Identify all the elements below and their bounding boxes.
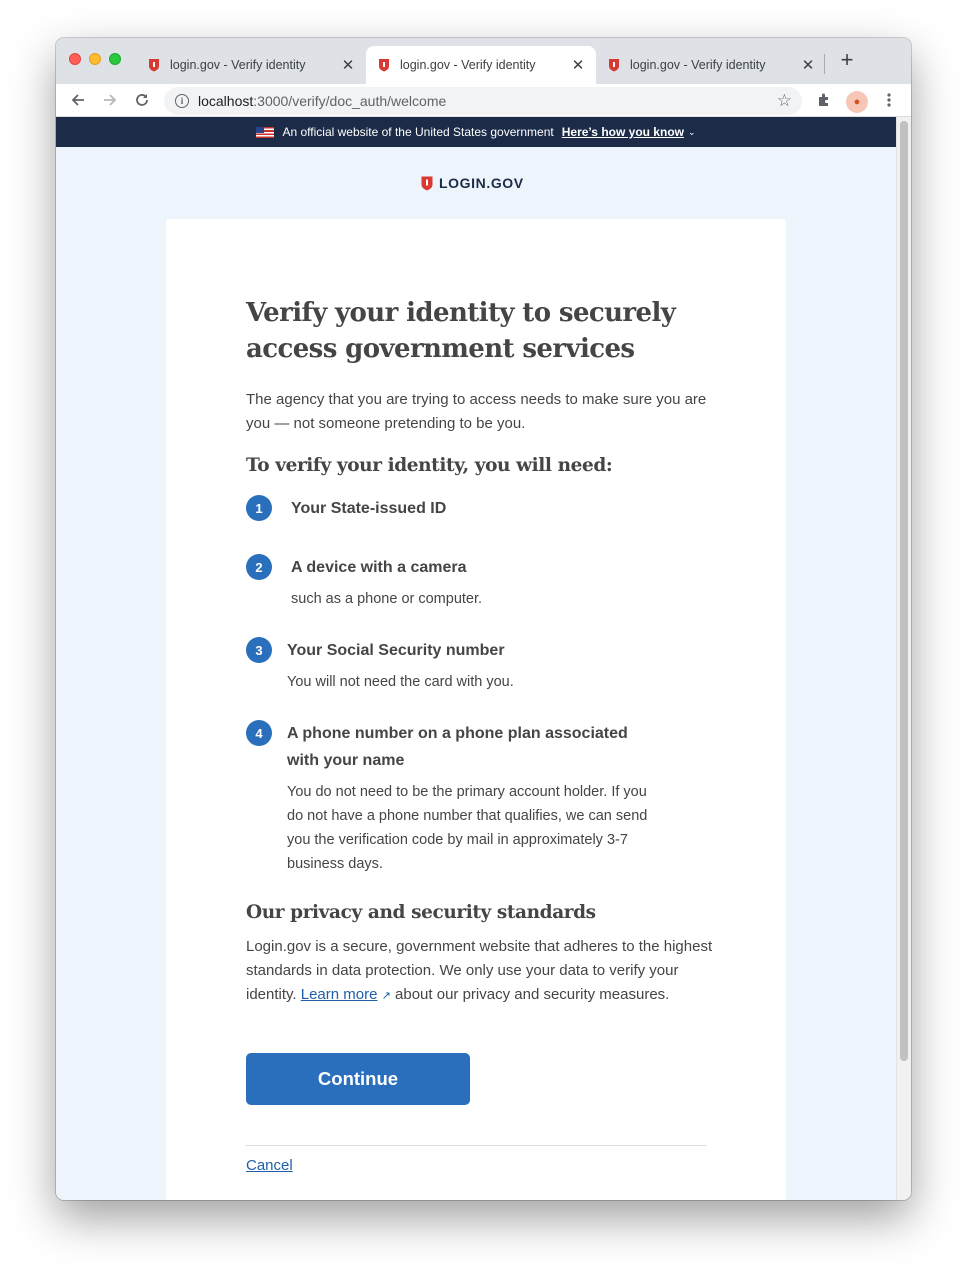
login-gov-favicon-icon [379, 59, 389, 72]
tab-title: login.gov - Verify identity [630, 58, 766, 72]
page-viewport: An official website of the United States… [56, 117, 911, 1200]
browser-toolbar: i localhost:3000/verify/doc_auth/welcome… [56, 84, 911, 117]
requirement-step: 2 A device with a camera such as a phone… [246, 554, 716, 637]
tab-strip: login.gov - Verify identity ✕ login.gov … [56, 38, 911, 84]
cancel-link[interactable]: Cancel [246, 1157, 293, 1174]
external-link-icon: ↗ [381, 990, 391, 1002]
bookmark-star-icon[interactable]: ☆ [777, 91, 792, 111]
browser-tab[interactable]: login.gov - Verify identity ✕ [596, 46, 826, 84]
step-title: A phone number on a phone plan associate… [287, 725, 628, 769]
requirement-step: 4 A phone number on a phone plan associa… [246, 720, 716, 876]
browser-menu-icon[interactable] [879, 90, 899, 110]
continue-button[interactable]: Continue [246, 1053, 470, 1105]
step-description: You do not need to be the primary accoun… [287, 784, 648, 872]
privacy-heading: Our privacy and security standards [246, 902, 596, 923]
forward-arrow-icon[interactable] [100, 90, 120, 110]
login-gov-favicon-icon [609, 59, 619, 72]
scrollbar-thumb[interactable] [900, 121, 908, 1061]
step-number-badge: 4 [246, 720, 272, 746]
new-tab-button[interactable]: + [836, 49, 858, 72]
heres-how-you-know-link[interactable]: Here’s how you know [562, 125, 684, 139]
tab-separator [824, 54, 825, 74]
divider [246, 1145, 706, 1146]
step-number-badge: 3 [246, 637, 272, 663]
step-title: A device with a camera [291, 559, 467, 576]
tab-title: login.gov - Verify identity [170, 58, 306, 72]
profile-avatar[interactable]: ● [846, 91, 868, 113]
chevron-down-icon[interactable]: ⌄ [688, 127, 696, 138]
login-gov-logo[interactable]: LOGIN.GOV [421, 175, 524, 191]
scrollbar[interactable] [896, 117, 911, 1200]
learn-more-link[interactable]: Learn more [301, 986, 378, 1003]
main-content: Verify your identity to securely access … [246, 295, 716, 1008]
requirement-step: 3 Your Social Security number You will n… [246, 637, 716, 720]
step-number-badge: 1 [246, 495, 272, 521]
browser-window: login.gov - Verify identity ✕ login.gov … [56, 38, 911, 1200]
maximize-window-button[interactable] [109, 53, 121, 65]
step-description: You will not need the card with you. [287, 674, 514, 690]
browser-tab[interactable]: login.gov - Verify identity ✕ [136, 46, 366, 84]
tab-close-icon[interactable]: ✕ [798, 56, 818, 74]
requirements-heading: To verify your identity, you will need: [246, 455, 613, 476]
step-description: such as a phone or computer. [291, 591, 483, 607]
intro-text: The agency that you are trying to access… [246, 391, 707, 432]
tab-title: login.gov - Verify identity [400, 58, 536, 72]
address-bar[interactable]: i localhost:3000/verify/doc_auth/welcome… [164, 87, 802, 115]
tab-close-icon[interactable]: ✕ [568, 56, 588, 74]
step-title: Your State-issued ID [291, 500, 447, 517]
tab-close-icon[interactable]: ✕ [338, 56, 358, 74]
extensions-puzzle-icon[interactable] [814, 90, 834, 110]
requirement-step: 1 Your State-issued ID [246, 495, 716, 554]
reload-icon[interactable] [132, 90, 152, 110]
logo-text: LOGIN.GOV [439, 175, 524, 191]
page-title: Verify your identity to securely access … [246, 298, 676, 364]
gov-banner: An official website of the United States… [56, 117, 896, 147]
gov-banner-text: An official website of the United States… [282, 125, 554, 139]
us-flag-icon [256, 126, 275, 138]
back-arrow-icon[interactable] [68, 90, 88, 110]
minimize-window-button[interactable] [89, 53, 101, 65]
content-card: Verify your identity to securely access … [166, 219, 786, 1200]
step-number-badge: 2 [246, 554, 272, 580]
privacy-text: Login.gov is a secure, government websit… [246, 938, 713, 1003]
browser-tab-active[interactable]: login.gov - Verify identity ✕ [366, 46, 596, 84]
login-gov-favicon-icon [149, 59, 159, 72]
step-title: Your Social Security number [287, 642, 505, 659]
site-info-icon[interactable]: i [175, 94, 189, 108]
close-window-button[interactable] [69, 53, 81, 65]
url-text: localhost:3000/verify/doc_auth/welcome [198, 93, 447, 109]
shield-icon [421, 176, 433, 190]
